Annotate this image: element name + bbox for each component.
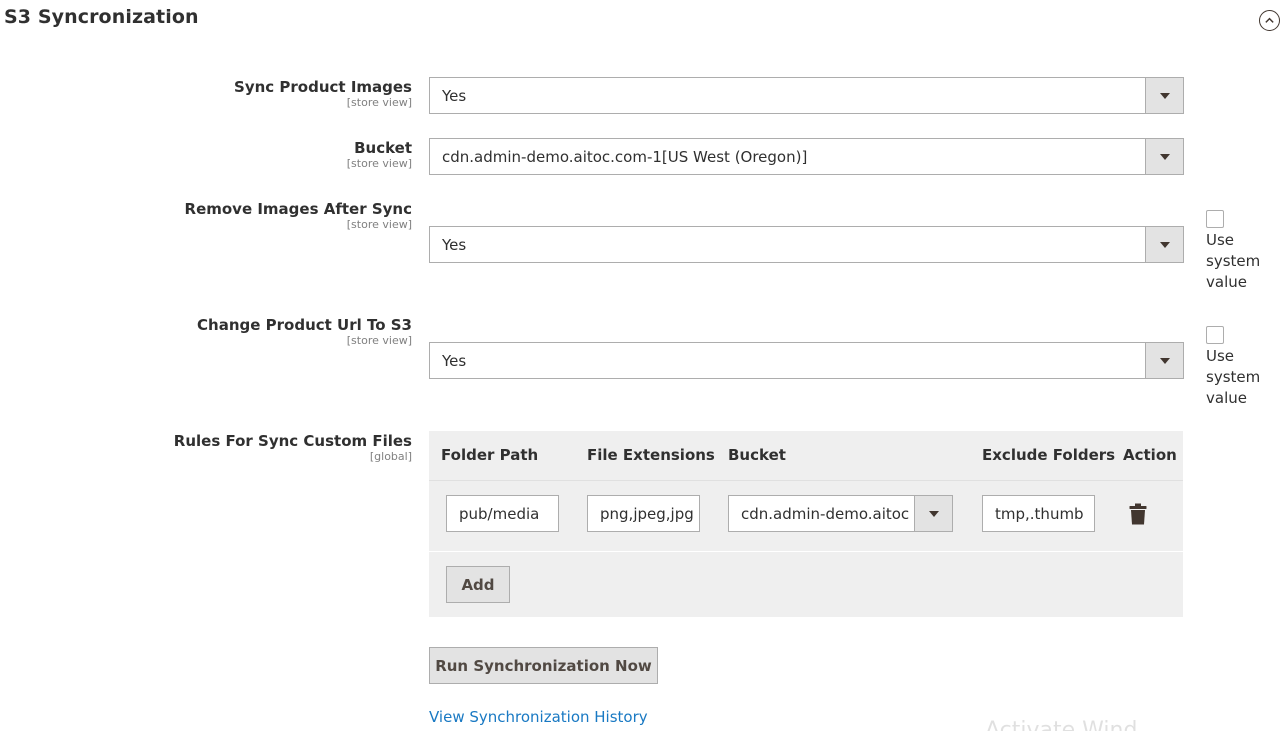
collapse-icon[interactable] (1259, 10, 1280, 31)
header-bucket: Bucket (728, 446, 786, 464)
field-label: Change Product Url To S3 (197, 316, 412, 334)
table-row: pub/media png,jpeg,jpg cdn.admin-demo.ai… (429, 481, 1183, 552)
header-exclude-folders: Exclude Folders (982, 446, 1116, 464)
sync-product-images-label: Sync Product Images [store view] (234, 78, 412, 110)
row-bucket-select[interactable]: cdn.admin-demo.aitoc (728, 495, 953, 532)
view-history-link[interactable]: View Synchronization History (429, 708, 648, 726)
field-label: Bucket (354, 139, 412, 157)
use-system-label[interactable]: Use system value (1206, 346, 1266, 409)
change-url-select[interactable]: Yes (429, 342, 1184, 379)
field-label: Remove Images After Sync (184, 200, 412, 218)
change-url-label: Change Product Url To S3 [store view] (197, 316, 412, 348)
rules-label: Rules For Sync Custom Files [global] (174, 432, 412, 464)
chevron-down-icon[interactable] (1145, 139, 1183, 174)
bucket-label: Bucket [store view] (347, 139, 412, 171)
trash-icon[interactable] (1129, 503, 1147, 525)
remove-images-use-system: Use system value (1206, 210, 1276, 293)
select-value: Yes (442, 351, 467, 370)
header-file-extensions: File Extensions (587, 446, 715, 464)
chevron-down-icon[interactable] (1145, 227, 1183, 262)
use-system-label[interactable]: Use system value (1206, 230, 1266, 293)
scope-label: [store view] (346, 157, 412, 170)
scope-label: [store view] (346, 218, 412, 231)
scope-label: [store view] (346, 96, 412, 109)
chevron-down-icon[interactable] (1145, 343, 1183, 378)
folder-path-input[interactable]: pub/media (446, 495, 559, 532)
scope-label: [global] (369, 450, 412, 463)
field-label: Rules For Sync Custom Files (173, 432, 412, 450)
table-header: Folder Path File Extensions Bucket Exclu… (429, 431, 1183, 481)
select-value: cdn.admin-demo.aitoc (741, 504, 910, 523)
remove-images-label: Remove Images After Sync [store view] (185, 200, 412, 232)
rules-table: Folder Path File Extensions Bucket Exclu… (429, 431, 1183, 617)
use-system-checkbox[interactable] (1206, 210, 1224, 228)
activation-watermark: Activate Wind (985, 718, 1138, 731)
add-rule-button[interactable]: Add (446, 566, 510, 603)
use-system-checkbox[interactable] (1206, 326, 1224, 344)
change-url-use-system: Use system value (1206, 326, 1276, 409)
chevron-down-icon[interactable] (1145, 78, 1183, 113)
run-synchronization-button[interactable]: Run Synchronization Now (429, 647, 658, 684)
section-title[interactable]: S3 Syncronization (4, 6, 199, 28)
sync-product-images-select[interactable]: Yes (429, 77, 1184, 114)
remove-images-select[interactable]: Yes (429, 226, 1184, 263)
exclude-folders-input[interactable]: tmp,.thumb (982, 495, 1095, 532)
chevron-down-icon[interactable] (914, 496, 952, 531)
header-folder-path: Folder Path (441, 446, 539, 464)
file-extensions-input[interactable]: png,jpeg,jpg (587, 495, 700, 532)
select-value: Yes (442, 235, 467, 254)
scope-label: [store view] (346, 334, 412, 347)
bucket-select[interactable]: cdn.admin-demo.aitoc.com-1[US West (Oreg… (429, 138, 1184, 175)
select-value: Yes (442, 86, 467, 105)
header-action: Action (1123, 446, 1177, 464)
select-value: cdn.admin-demo.aitoc.com-1[US West (Oreg… (442, 147, 808, 166)
field-label: Sync Product Images (234, 78, 412, 96)
